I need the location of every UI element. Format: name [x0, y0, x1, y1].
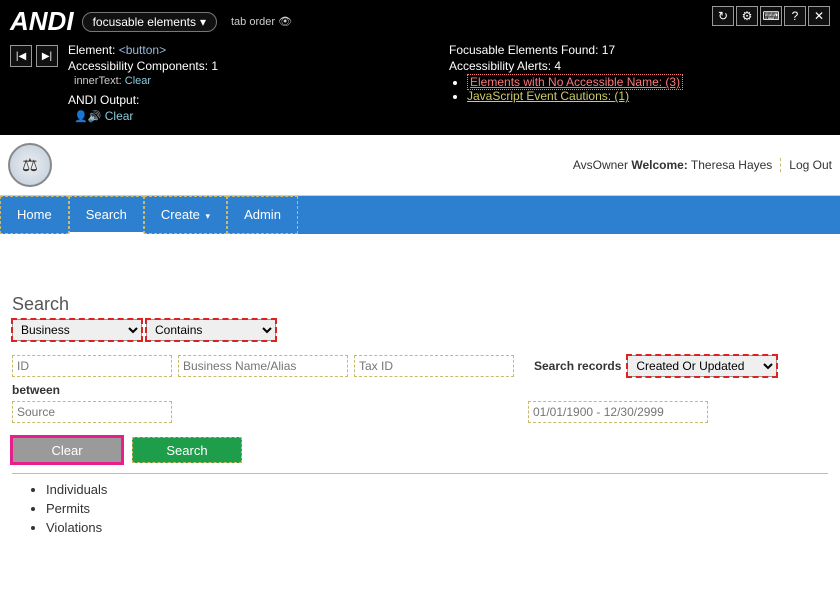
innertext-value: Clear	[125, 75, 151, 87]
alerts-value: 4	[554, 59, 561, 73]
andi-title: ANDI	[10, 6, 74, 37]
seal-logo: ⚖	[8, 143, 52, 187]
alert-jsevent-count: (1)	[614, 89, 629, 103]
andi-panel: ANDI focusable elements ▾ tab order 👁 ↻ …	[0, 0, 840, 135]
andi-right-col: Focusable Elements Found: 17 Accessibili…	[449, 43, 830, 125]
nav-create-label: Create	[161, 207, 200, 222]
alert-jsevent-link[interactable]: JavaScript Event Cautions: (1)	[467, 89, 629, 103]
nav-home[interactable]: Home	[0, 196, 69, 234]
andi-left-col: Element: <button> Accessibility Componen…	[68, 43, 449, 125]
nav-admin[interactable]: Admin	[227, 196, 298, 234]
alert-item-noname: Elements with No Accessible Name: (3)	[467, 75, 830, 89]
source-input[interactable]	[12, 401, 172, 423]
andi-body: |◀ ▶| Element: <button> Accessibility Co…	[10, 43, 830, 125]
records-mode-select[interactable]: Created Or Updated	[627, 355, 777, 377]
user-name: Theresa Hayes	[691, 158, 772, 172]
andi-module-label: focusable elements	[93, 15, 196, 29]
keyboard-icon[interactable]: ⌨	[760, 6, 782, 26]
element-label: Element:	[68, 43, 115, 57]
alert-item-jsevent: JavaScript Event Cautions: (1)	[467, 89, 830, 103]
components-label: Accessibility Components:	[68, 59, 208, 73]
taborder-label: tab order	[231, 16, 275, 28]
output-label: ANDI Output:	[68, 93, 139, 107]
found-value: 17	[602, 43, 615, 57]
search-buttons: Clear Search	[12, 437, 828, 463]
andi-module-select[interactable]: focusable elements ▾	[82, 12, 217, 32]
search-section: Search Business Contains Search records …	[0, 234, 840, 535]
andi-element-nav: |◀ ▶|	[10, 45, 58, 125]
alert-jsevent-text: JavaScript Event Cautions:	[467, 89, 611, 103]
search-heading: Search	[12, 294, 828, 315]
search-button[interactable]: Search	[132, 437, 242, 463]
alert-noname-count: (3)	[665, 75, 680, 89]
id-input[interactable]	[12, 355, 172, 377]
prev-element-button[interactable]: |◀	[10, 45, 32, 67]
welcome-label: Welcome:	[631, 158, 687, 172]
results-list: Individuals Permits Violations	[46, 482, 828, 535]
found-label: Focusable Elements Found:	[449, 43, 598, 57]
alerts-list: Elements with No Accessible Name: (3) Ja…	[467, 75, 830, 103]
search-fields-row1: Search records Created Or Updated betwee…	[12, 355, 828, 397]
chevron-down-icon: ▾	[206, 211, 211, 221]
list-item[interactable]: Violations	[46, 520, 828, 535]
main-nav: Home Search Create ▾ Admin	[0, 196, 840, 234]
alert-noname-link[interactable]: Elements with No Accessible Name: (3)	[467, 74, 683, 90]
alerts-label: Accessibility Alerts:	[449, 59, 551, 73]
list-item[interactable]: Permits	[46, 501, 828, 516]
eye-icon: 👁	[278, 16, 292, 28]
chevron-down-icon: ▾	[200, 15, 206, 29]
search-criteria-row: Business Contains	[12, 319, 828, 341]
components-value: 1	[211, 59, 218, 73]
tax-id-input[interactable]	[354, 355, 514, 377]
element-value: <button>	[119, 43, 166, 57]
refresh-icon[interactable]: ↻	[712, 6, 734, 26]
search-match-select[interactable]: Contains	[146, 319, 276, 341]
app-name: AvsOwner	[573, 158, 628, 172]
help-icon[interactable]: ?	[784, 6, 806, 26]
speaker-icon: 👤🔊	[74, 110, 101, 123]
andi-toolbar: ↻ ⚙ ⌨ ? ✕	[712, 6, 830, 26]
output-value: Clear	[105, 109, 134, 123]
taborder-toggle[interactable]: tab order 👁	[231, 15, 292, 28]
search-type-select[interactable]: Business	[12, 319, 142, 341]
clear-button[interactable]: Clear	[12, 437, 122, 463]
logout-link[interactable]: Log Out	[789, 158, 832, 172]
records-label: Search records	[534, 359, 621, 373]
next-element-button[interactable]: ▶|	[36, 45, 58, 67]
gear-icon[interactable]: ⚙	[736, 6, 758, 26]
date-range-input[interactable]	[528, 401, 708, 423]
alert-noname-text: Elements with No Accessible Name:	[470, 75, 662, 89]
welcome-area: AvsOwner Welcome: Theresa Hayes	[573, 158, 781, 172]
page-header: ⚖ AvsOwner Welcome: Theresa Hayes Log Ou…	[0, 135, 840, 196]
divider	[12, 473, 828, 474]
search-fields-row2	[12, 401, 828, 423]
nav-search[interactable]: Search	[69, 196, 144, 234]
innertext-label: innerText:	[74, 75, 122, 87]
between-label: between	[12, 383, 60, 397]
list-item[interactable]: Individuals	[46, 482, 828, 497]
business-name-input[interactable]	[178, 355, 348, 377]
nav-create[interactable]: Create ▾	[144, 196, 227, 234]
andi-header: ANDI focusable elements ▾ tab order 👁 ↻ …	[10, 6, 830, 37]
close-icon[interactable]: ✕	[808, 6, 830, 26]
